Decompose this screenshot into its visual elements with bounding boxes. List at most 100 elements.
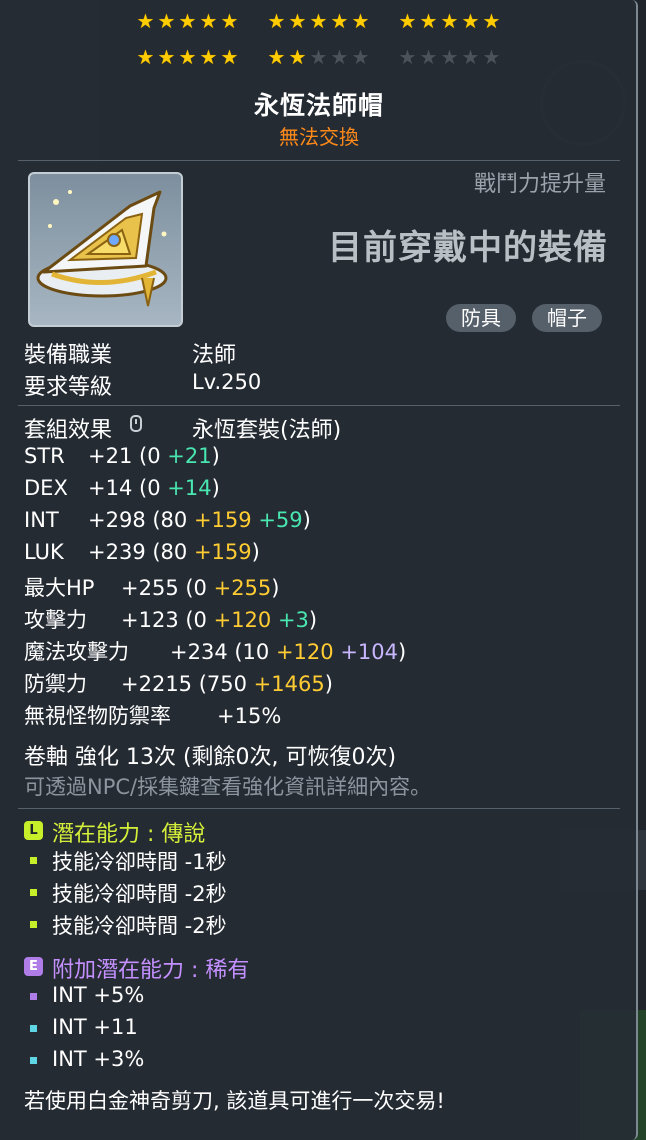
stat-bonus: +21	[160, 444, 212, 468]
stat-total: +298	[88, 508, 146, 532]
stat-base: (80	[145, 508, 188, 532]
star-filled-icon: ★	[220, 9, 239, 33]
stat-close: )	[211, 444, 220, 468]
enhancement-info: 卷軸 強化 13次 (剩餘0次, 可恢復0次)	[24, 745, 397, 770]
stat-total: +255	[121, 576, 179, 600]
star-filled-icon: ★	[440, 9, 459, 33]
stat-label: 無視怪物防禦率	[24, 704, 171, 728]
stat-label: 最大HP	[24, 576, 95, 600]
stat-close: )	[324, 672, 333, 696]
scissors-trade-note: 若使用白金神奇剪刀, 該道具可進行一次交易!	[24, 1089, 445, 1113]
divider	[18, 808, 620, 809]
stat-total: +123	[121, 608, 179, 632]
star-empty-icon: ★	[419, 45, 438, 69]
stat-total: +14	[88, 476, 133, 500]
bullet-icon	[30, 921, 37, 928]
star-group: ★ ★ ★ ★ ★	[266, 11, 371, 33]
star-filled-icon: ★	[136, 9, 155, 33]
stat-close: )	[398, 640, 407, 664]
stat-bonus: +104	[333, 640, 398, 664]
stat-bonus: +59	[251, 508, 303, 532]
stat-close: )	[271, 576, 280, 600]
star-filled-icon: ★	[309, 9, 328, 33]
star-filled-icon: ★	[351, 9, 370, 33]
stat-bonus: +3	[271, 608, 309, 632]
set-effect-label: 套組效果	[24, 418, 113, 443]
star-filled-icon: ★	[220, 45, 239, 69]
stat-bonus: +255	[206, 576, 272, 600]
star-group: ★ ★ ★ ★ ★	[397, 47, 502, 69]
stat-row: STR +21 (0 +21)	[24, 444, 220, 468]
star-filled-icon: ★	[178, 9, 197, 33]
bullet-icon	[30, 993, 37, 1000]
stat-bonus: +159	[187, 540, 252, 564]
stat-row: 最大HP +255 (0 +255)	[24, 572, 279, 602]
star-empty-icon: ★	[351, 45, 370, 69]
star-filled-icon: ★	[288, 9, 307, 33]
star-empty-icon: ★	[330, 45, 349, 69]
star-empty-icon: ★	[461, 45, 480, 69]
divider	[18, 160, 620, 161]
category-tag-hat: 帽子	[532, 304, 602, 332]
stat-row: 魔法攻擊力 +234 (10 +120 +104)	[24, 636, 406, 666]
potential-line: 技能冷卻時間 -2秒	[52, 914, 227, 938]
stat-close: )	[251, 540, 260, 564]
stat-row: 防禦力 +2215 (750 +1465)	[24, 668, 333, 698]
stat-label: 攻擊力	[24, 608, 87, 632]
stat-label: STR	[24, 444, 65, 468]
stat-bonus: +14	[160, 476, 212, 500]
stat-base: (0	[132, 444, 161, 468]
stat-bonus: +120	[269, 640, 334, 664]
star-filled-icon: ★	[398, 9, 417, 33]
stat-label: 防禦力	[24, 672, 87, 696]
star-empty-icon: ★	[482, 45, 501, 69]
star-filled-icon: ★	[330, 9, 349, 33]
bonus-potential-heading: 附加潛在能力 : 稀有	[52, 958, 250, 983]
stat-row: DEX +14 (0 +14)	[24, 476, 220, 500]
stat-label: DEX	[24, 476, 68, 500]
stat-bonus: +1465	[247, 672, 325, 696]
stat-close: )	[302, 508, 311, 532]
divider	[18, 405, 620, 406]
bullet-icon	[30, 889, 37, 896]
job-label: 裝備職業	[24, 343, 113, 368]
stat-close: )	[308, 608, 318, 632]
stat-label: LUK	[24, 540, 64, 564]
category-tag-armor: 防具	[446, 304, 516, 332]
star-empty-icon: ★	[440, 45, 459, 69]
stat-base: (0	[178, 576, 207, 600]
set-effect-value[interactable]: 永恆套裝(法師)	[192, 412, 341, 444]
item-icon-frame[interactable]	[28, 172, 183, 327]
currently-equipped-label: 目前穿戴中的裝備	[328, 228, 608, 268]
bullet-icon	[30, 1057, 37, 1064]
combat-power-label: 戰鬥力提升量	[473, 172, 606, 197]
level-value: Lv.250	[192, 370, 262, 394]
stat-base: (750	[192, 672, 247, 696]
star-filled-icon: ★	[136, 45, 155, 69]
item-name: 永恆法師帽	[253, 91, 384, 120]
star-filled-icon: ★	[178, 45, 197, 69]
star-group: ★ ★ ★ ★ ★	[135, 47, 240, 69]
stat-row: 無視怪物防禦率 +15%	[24, 700, 281, 730]
star-filled-icon: ★	[419, 9, 438, 33]
stat-total: +15%	[217, 704, 282, 728]
star-filled-icon: ★	[267, 45, 286, 69]
star-filled-icon: ★	[482, 9, 501, 33]
star-filled-icon: ★	[199, 9, 218, 33]
star-filled-icon: ★	[267, 9, 286, 33]
star-filled-icon: ★	[199, 45, 218, 69]
potential-line: 技能冷卻時間 -1秒	[52, 850, 227, 874]
stat-label: 魔法攻擊力	[24, 640, 129, 664]
stat-base: (80	[145, 540, 188, 564]
stat-row: INT +298 (80 +159 +59)	[24, 508, 311, 532]
stat-row: 攻擊力 +123 (0 +120 +3)	[24, 604, 317, 634]
stat-base: (10	[227, 640, 270, 664]
bonus-potential-line: INT +5%	[52, 983, 145, 1007]
trade-status: 無法交換	[279, 125, 359, 149]
stat-total: +239	[88, 540, 146, 564]
stat-base: (0	[178, 608, 207, 632]
wizard-hat-icon	[36, 190, 168, 307]
star-group: ★ ★ ★ ★ ★	[135, 11, 240, 33]
legendary-rank-badge: L	[24, 821, 43, 840]
stat-row: LUK +239 (80 +159)	[24, 540, 260, 564]
